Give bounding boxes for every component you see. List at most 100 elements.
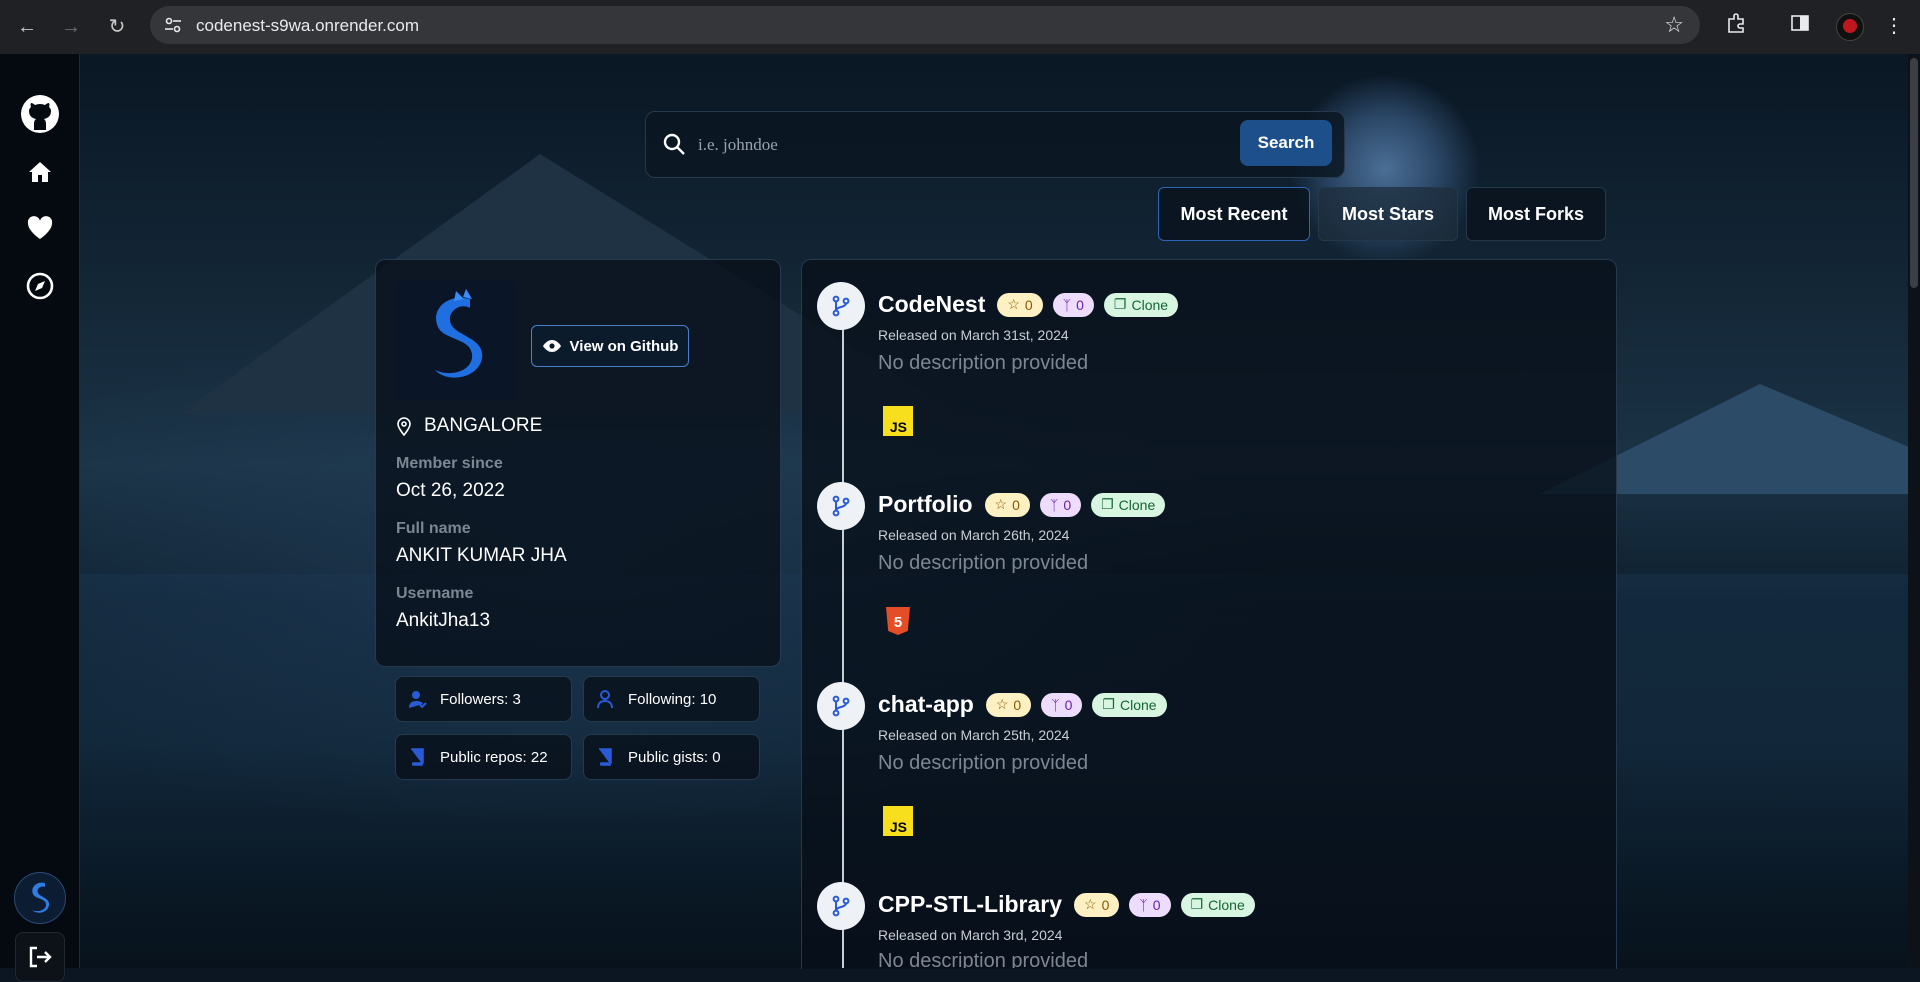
username-label: Username [396, 585, 474, 602]
sort-most-forks-button[interactable]: Most Forks [1466, 187, 1606, 241]
repo-description: No description provided [878, 352, 1089, 374]
browser-menu-icon[interactable]: ⋮ [1880, 12, 1908, 40]
copy-icon: ❐ [1101, 496, 1114, 512]
full-name-label: Full name [396, 520, 471, 537]
page-scrollbar[interactable] [1908, 54, 1920, 968]
repo-description: No description provided [878, 950, 1089, 968]
git-branch-icon [817, 282, 865, 330]
search-input[interactable] [696, 126, 1200, 164]
release-date: Released on March 25th, 2024 [878, 727, 1070, 743]
release-date: Released on March 26th, 2024 [878, 527, 1070, 543]
fork-icon: ᛉ [1051, 696, 1060, 713]
clone-button[interactable]: ❐ Clone [1103, 292, 1179, 317]
svg-text:JS: JS [890, 819, 907, 835]
repo-description: No description provided [878, 552, 1089, 574]
home-icon[interactable] [20, 152, 60, 192]
fork-count-badge: ᛉ0 [1041, 692, 1083, 717]
copy-icon: ❐ [1190, 896, 1204, 912]
profile-card: View on Github BANGALORE Member since Oc… [375, 259, 781, 667]
logout-button[interactable] [15, 932, 65, 982]
sidebar [0, 54, 79, 982]
javascript-icon: JS [883, 806, 913, 836]
svg-text:JS: JS [890, 419, 907, 435]
logout-icon [29, 946, 52, 968]
bookmark-star-icon[interactable]: ☆ [1664, 12, 1684, 38]
clone-button[interactable]: ❐ Clone [1092, 692, 1167, 717]
repo-name[interactable]: Portfolio [878, 491, 973, 518]
url-text: codenest-s9wa.onrender.com [196, 16, 420, 35]
browser-toolbar: ← → ↻ codenest-s9wa.onrender.com ☆ ⋮ [0, 0, 1920, 54]
star-icon: ☆ [994, 496, 1008, 512]
clone-button[interactable]: ❐ Clone [1091, 492, 1166, 517]
search-button[interactable]: Search [1240, 120, 1332, 166]
view-on-github-button[interactable]: View on Github [531, 325, 689, 367]
book-icon [599, 748, 612, 766]
address-bar[interactable]: codenest-s9wa.onrender.com ☆ [150, 6, 1700, 44]
side-panel-icon[interactable] [1786, 12, 1814, 40]
user-check-icon [409, 691, 427, 709]
sort-most-stars-button[interactable]: Most Stars [1318, 187, 1458, 241]
public-repos-count: Public repos: 22 [440, 748, 548, 766]
username-value: AnkitJha13 [396, 610, 491, 631]
fork-icon: ᛉ [1139, 896, 1148, 913]
html5-icon: 5 [883, 606, 913, 636]
copy-icon: ❐ [1102, 696, 1115, 712]
release-date: Released on March 3rd, 2024 [878, 927, 1063, 943]
fork-count-badge: ᛉ0 [1052, 292, 1094, 317]
star-count-badge: ☆ 0 [985, 692, 1032, 717]
back-icon[interactable]: ← [14, 14, 40, 40]
sort-most-recent-button[interactable]: Most Recent [1158, 187, 1310, 241]
repo-name[interactable]: chat-app [878, 691, 974, 718]
git-branch-icon [817, 882, 865, 930]
star-count-badge: ☆ 0 [997, 292, 1043, 317]
eye-icon [542, 340, 561, 352]
svg-text:5: 5 [894, 614, 902, 631]
repo-name[interactable]: CodeNest [878, 291, 985, 318]
repo-description: No description provided [878, 752, 1089, 774]
public-repos-stat: Public repos: 22 [395, 734, 572, 780]
forward-icon[interactable]: → [58, 14, 84, 40]
view-on-github-label: View on Github [569, 337, 679, 355]
public-gists-stat: Public gists: 0 [583, 734, 760, 780]
location: BANGALORE [396, 415, 542, 437]
user-avatar[interactable] [14, 872, 66, 924]
star-count-badge: ☆ 0 [1074, 892, 1120, 917]
user-icon [597, 690, 613, 709]
git-branch-icon [817, 482, 865, 530]
followers-count: Followers: 3 [440, 690, 521, 708]
extensions-icon[interactable] [1722, 12, 1750, 40]
copy-icon: ❐ [1113, 296, 1127, 312]
heart-icon[interactable] [20, 208, 60, 248]
following-count: Following: 10 [628, 690, 717, 708]
release-date: Released on March 31st, 2024 [878, 327, 1069, 343]
location-text: BANGALORE [424, 415, 543, 436]
star-icon: ☆ [1084, 896, 1097, 912]
compass-icon[interactable] [20, 266, 60, 306]
timeline-line [842, 300, 844, 968]
git-branch-icon [817, 682, 865, 730]
sidebar-divider [79, 54, 80, 968]
fork-icon: ᛉ [1062, 296, 1072, 313]
scrollbar-thumb[interactable] [1910, 58, 1918, 288]
followers-stat: Followers: 3 [395, 676, 572, 722]
repo-name[interactable]: CPP-STL-Library [878, 891, 1062, 918]
profile-avatar [396, 281, 516, 401]
github-logo-icon[interactable] [20, 94, 60, 134]
star-count-badge: ☆ 0 [984, 492, 1030, 517]
map-pin-icon [397, 417, 411, 436]
member-since-value: Oct 26, 2022 [396, 480, 505, 501]
search-icon [663, 133, 685, 155]
full-name-value: ANKIT KUMAR JHA [396, 545, 567, 566]
browser-profile-avatar[interactable] [1836, 13, 1864, 41]
member-since-label: Member since [396, 455, 503, 472]
fork-count-badge: ᛉ0 [1129, 892, 1171, 917]
fork-icon: ᛉ [1049, 496, 1059, 513]
book-icon [411, 748, 424, 766]
site-info-icon[interactable] [164, 16, 182, 34]
javascript-icon: JS [883, 406, 913, 436]
star-icon: ☆ [995, 696, 1009, 712]
clone-button[interactable]: ❐ Clone [1180, 892, 1255, 917]
fork-count-badge: ᛉ0 [1039, 492, 1082, 517]
star-icon: ☆ [1007, 296, 1020, 312]
reload-icon[interactable]: ↻ [104, 14, 130, 40]
